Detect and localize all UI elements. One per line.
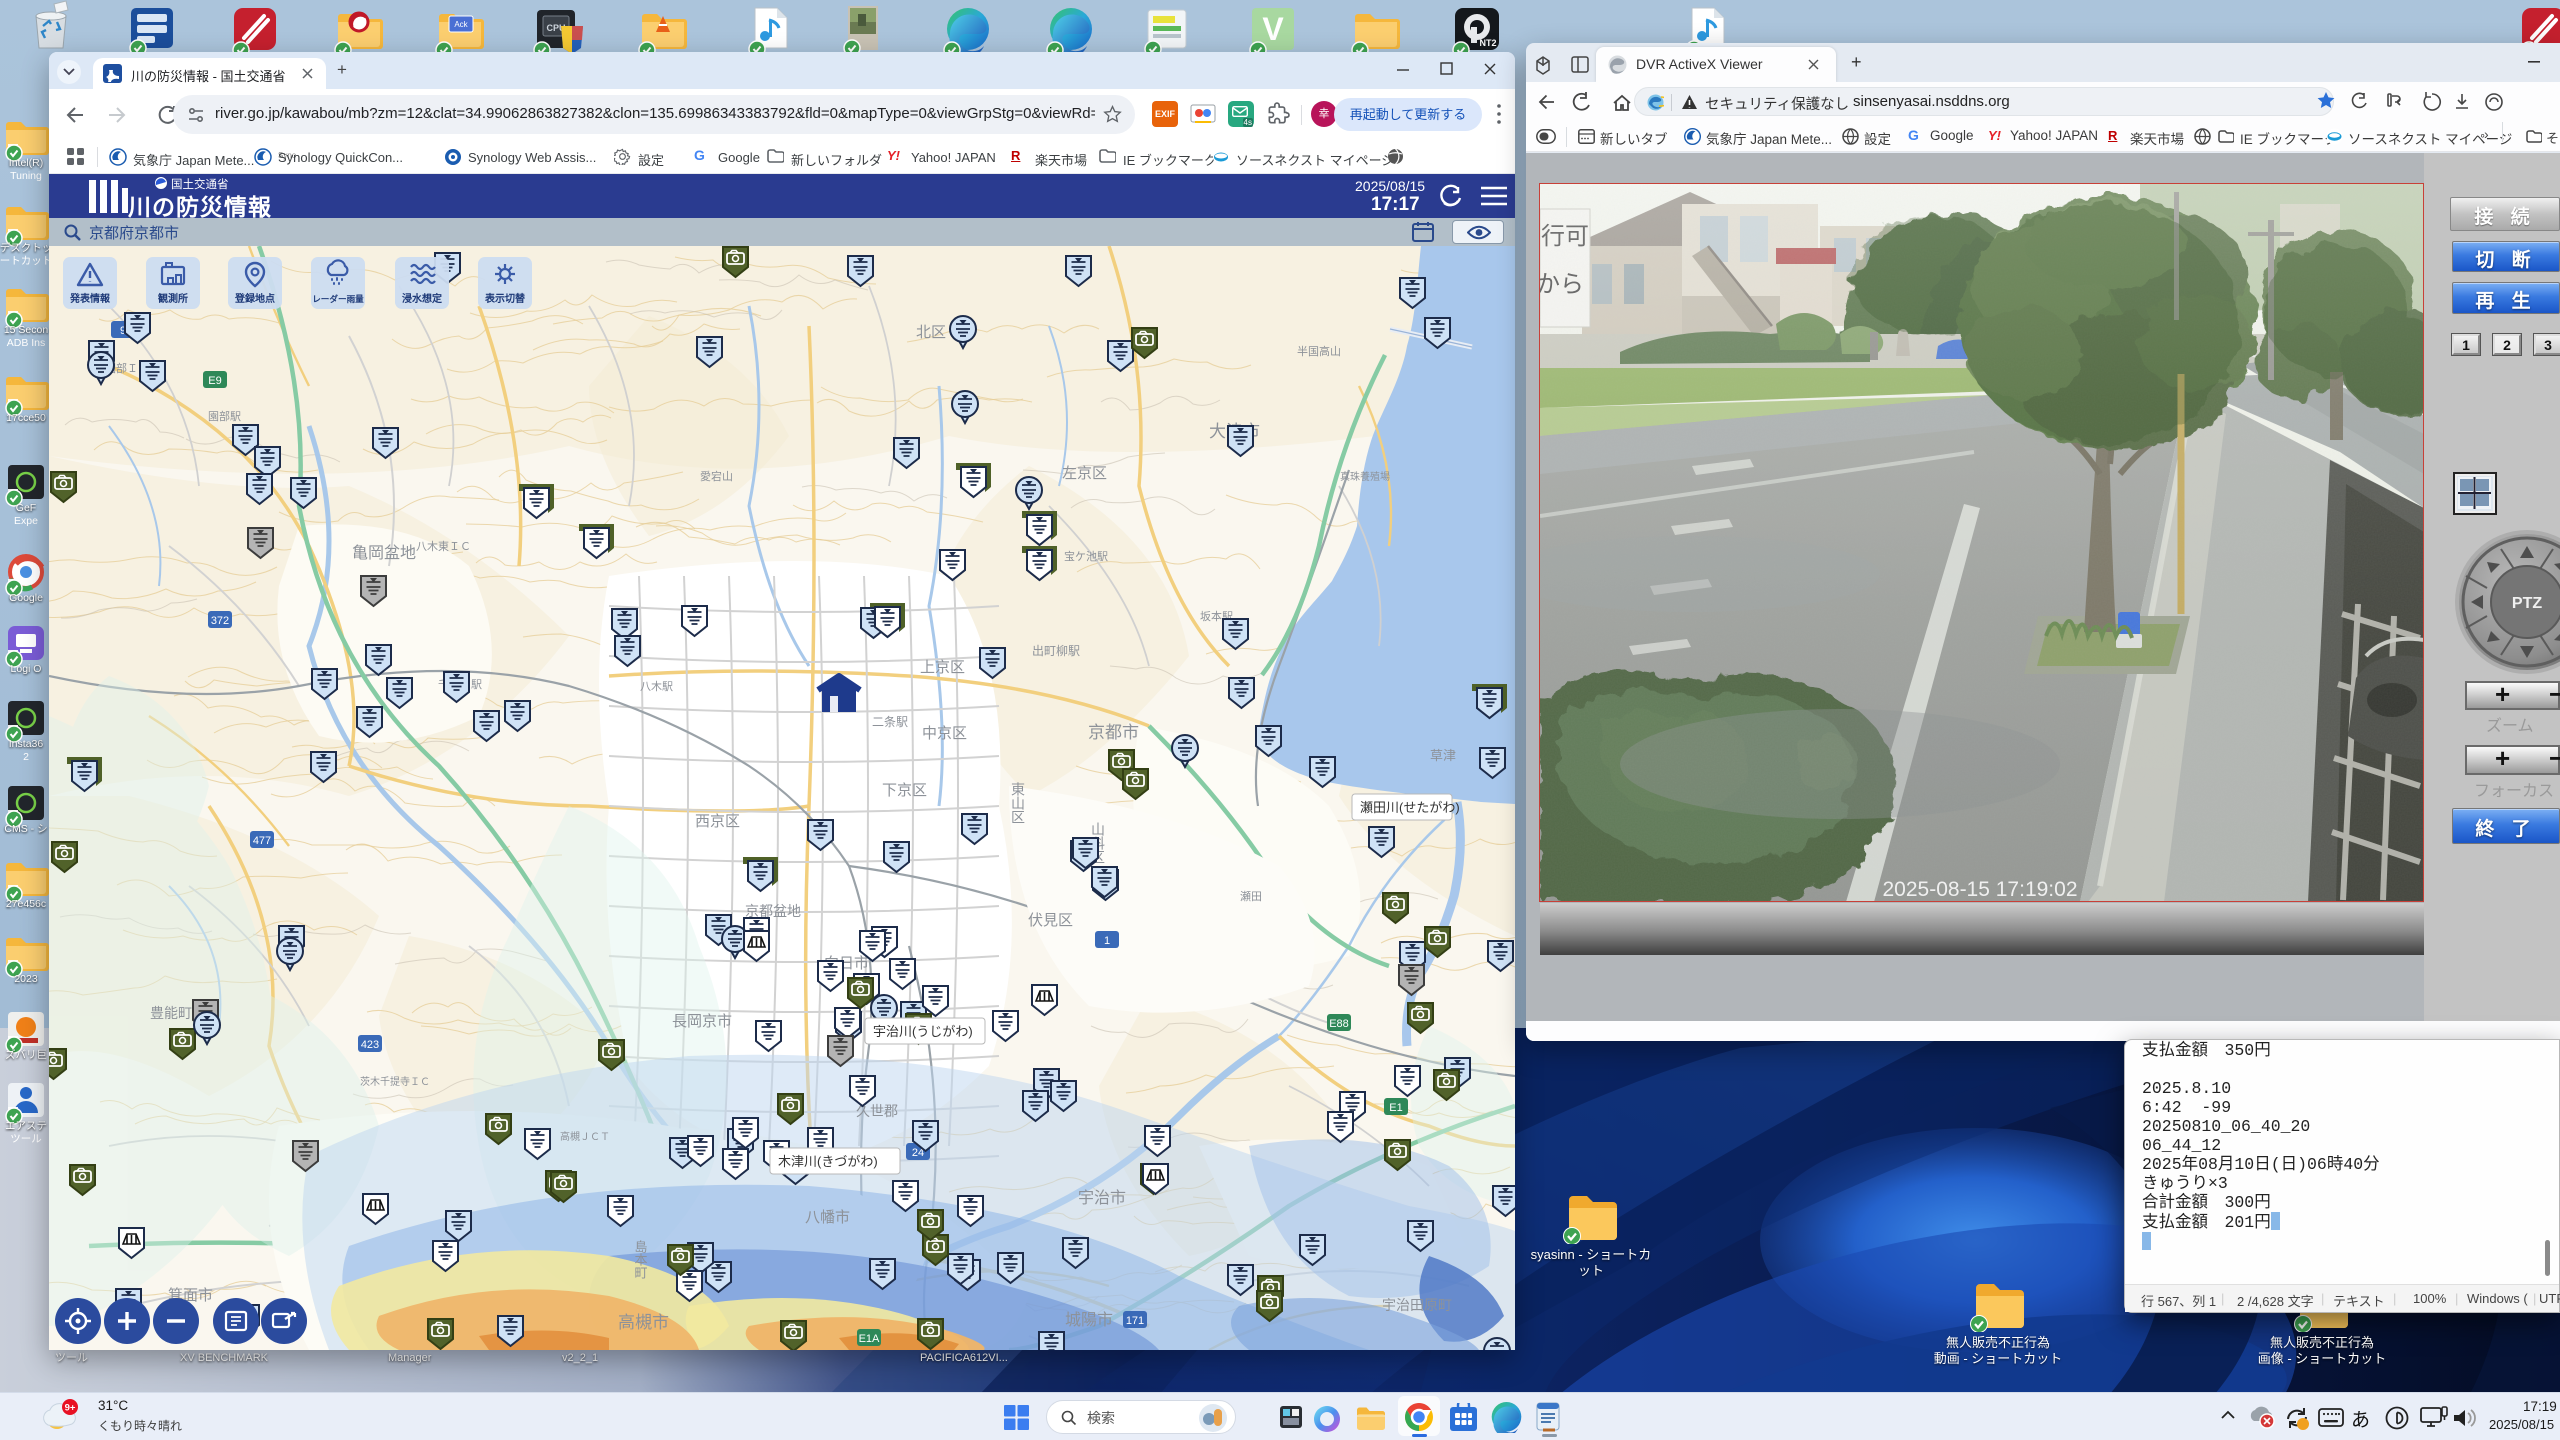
svg-text:草津: 草津	[1430, 748, 1456, 763]
svg-text:V: V	[1262, 11, 1284, 47]
svg-text:宇治市: 宇治市	[1078, 1189, 1126, 1207]
svg-text:CMS - シ: CMS - シ	[4, 823, 47, 835]
svg-text:E1: E1	[1389, 1102, 1402, 1114]
svg-text:15 Secon: 15 Secon	[4, 324, 49, 336]
svg-text:E88: E88	[1329, 1018, 1349, 1030]
svg-text:二条駅: 二条駅	[872, 715, 908, 729]
svg-text:PTZ: PTZ	[2512, 595, 2542, 612]
svg-text:エアステ: エアステ	[5, 1120, 47, 1132]
svg-text:Expe: Expe	[14, 515, 38, 527]
svg-text:愛宕山: 愛宕山	[700, 469, 733, 483]
svg-text:発表情報: 発表情報	[69, 292, 111, 305]
svg-text:亀岡盆地: 亀岡盆地	[352, 544, 416, 562]
svg-text:ツール: ツール	[10, 1133, 42, 1145]
svg-text:9+: 9+	[65, 1403, 76, 1414]
svg-text:423: 423	[361, 1039, 379, 1051]
svg-text:中京区: 中京区	[922, 725, 967, 742]
svg-text:Ack: Ack	[454, 20, 468, 29]
svg-text:Logi O: Logi O	[11, 663, 42, 675]
svg-text:左京区: 左京区	[1062, 465, 1107, 482]
svg-text:東山区: 東山区	[1010, 782, 1026, 824]
svg-text:表示切替: 表示切替	[484, 292, 526, 305]
svg-text:木津川(きづがわ): 木津川(きづがわ)	[778, 1154, 878, 1169]
svg-text:2023: 2023	[14, 973, 38, 985]
svg-text:宝ケ池駅: 宝ケ池駅	[1064, 549, 1108, 563]
svg-text:Insta36: Insta36	[9, 738, 44, 750]
svg-text:八幡市: 八幡市	[805, 1209, 850, 1226]
svg-text:瀬田川(せたがわ): 瀬田川(せたがわ)	[1360, 800, 1460, 815]
svg-text:島本町: 島本町	[633, 1240, 648, 1279]
svg-text:観測所: 観測所	[158, 292, 188, 305]
svg-text:477: 477	[253, 835, 271, 847]
svg-text:372: 372	[211, 615, 229, 627]
svg-text:西京区: 西京区	[695, 813, 740, 830]
svg-text:1: 1	[1104, 935, 1110, 947]
svg-text:京都市: 京都市	[1088, 723, 1139, 742]
svg-text:城陽市: 城陽市	[1065, 1311, 1113, 1329]
svg-text:ADB Ins: ADB Ins	[7, 337, 46, 349]
svg-text:高槻ＪＣＴ: 高槻ＪＣＴ	[560, 1130, 610, 1143]
svg-text:茨木千提寺ＩＣ: 茨木千提寺ＩＣ	[360, 1075, 430, 1088]
svg-text:Google: Google	[9, 592, 43, 604]
svg-text:Tuning: Tuning	[10, 170, 42, 182]
svg-text:171: 171	[1126, 1315, 1144, 1327]
svg-text:ズバリ巨: ズバリ巨	[5, 1048, 47, 1061]
svg-text:登録地点: 登録地点	[234, 292, 275, 305]
svg-text:園部駅: 園部駅	[208, 409, 241, 423]
svg-text:上京区: 上京区	[920, 659, 965, 676]
svg-text:浸水想定: 浸水想定	[402, 292, 442, 305]
svg-text:高槻市: 高槻市	[618, 1313, 669, 1332]
svg-text:E9: E9	[208, 375, 221, 387]
svg-text:下京区: 下京区	[882, 782, 927, 799]
svg-text:E1A: E1A	[859, 1333, 880, 1345]
svg-text:ートカット: ートカット	[0, 255, 49, 267]
svg-text:宇治田原町: 宇治田原町	[1382, 1297, 1452, 1313]
svg-text:2: 2	[23, 751, 29, 763]
svg-text:豊能町: 豊能町	[150, 1005, 192, 1021]
svg-text:宇治川(うじがわ): 宇治川(うじがわ)	[873, 1024, 973, 1039]
svg-text:京都盆地: 京都盆地	[745, 903, 801, 919]
svg-text:伏見区: 伏見区	[1028, 912, 1073, 929]
svg-text:出町柳駅: 出町柳駅	[1032, 644, 1080, 658]
svg-text:NT2: NT2	[1479, 38, 1496, 48]
svg-text:デスクトッ: デスクトッ	[0, 241, 49, 254]
svg-text:GeF: GeF	[16, 502, 36, 514]
svg-text:八木駅: 八木駅	[640, 680, 673, 693]
svg-text:17cce50: 17cce50	[6, 412, 46, 424]
svg-text:北区: 北区	[916, 324, 946, 341]
svg-text:八木東ＩＣ: 八木東ＩＣ	[416, 540, 471, 553]
svg-text:半国高山: 半国高山	[1297, 344, 1341, 358]
svg-text:真珠養殖場: 真珠養殖場	[1340, 470, 1390, 483]
svg-text:27e456c: 27e456c	[6, 898, 46, 910]
svg-text:長岡京市: 長岡京市	[672, 1013, 732, 1030]
svg-text:瀬田: 瀬田	[1240, 889, 1262, 903]
svg-text:Intel(R): Intel(R)	[9, 157, 43, 169]
svg-text:レーダー雨量: レーダー雨量	[312, 293, 364, 304]
